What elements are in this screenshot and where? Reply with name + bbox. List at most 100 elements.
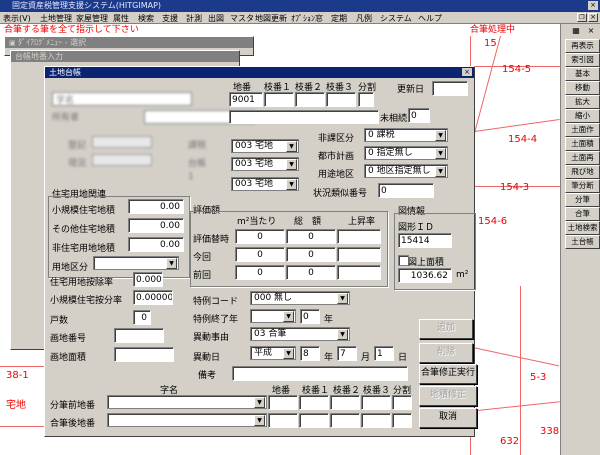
hikazei-select[interactable]: 0 課税 ▼: [364, 128, 448, 142]
ido-era-select[interactable]: 平成 ▼: [250, 346, 296, 360]
split-button[interactable]: 筆分断: [565, 179, 600, 193]
owner-extra-field[interactable]: [229, 110, 379, 124]
menu-attr[interactable]: 属性: [113, 13, 129, 24]
hyoka-total-field[interactable]: 0: [286, 229, 336, 244]
ato-aza-select[interactable]: ▼: [107, 413, 267, 427]
area-fix-button[interactable]: 地積修正: [419, 386, 477, 406]
hyoka-unit-field[interactable]: 0: [235, 265, 285, 280]
menu-house[interactable]: 家屋管理: [76, 13, 108, 24]
tokurei-year-field[interactable]: 0: [300, 309, 320, 324]
jojo-field[interactable]: 0.000: [133, 272, 163, 287]
chevron-down-icon[interactable]: ▼: [254, 415, 265, 426]
toshi-select[interactable]: 0 指定無し ▼: [364, 146, 448, 160]
kakuchi-area-field[interactable]: [114, 347, 174, 362]
menu-view[interactable]: 表示(V): [3, 13, 31, 24]
zoom-out-button[interactable]: 縮小: [565, 109, 600, 123]
menu-map-update[interactable]: 地図更新: [255, 13, 287, 24]
chevron-down-icon[interactable]: ▼: [283, 348, 294, 359]
zukei-id-field[interactable]: 15414: [398, 233, 452, 248]
kakuchi-field[interactable]: [114, 328, 164, 343]
land-search-button[interactable]: 土地検索: [565, 221, 600, 235]
delete-button[interactable]: 削除: [419, 343, 473, 363]
jokyo-field[interactable]: 0: [378, 183, 434, 198]
hyoka-rate-field[interactable]: [337, 247, 381, 262]
redraw-button[interactable]: 再表示: [565, 39, 600, 53]
mae-eda3-field[interactable]: [361, 395, 391, 410]
bunkatsu-field[interactable]: [358, 92, 374, 107]
mae-eda2-field[interactable]: [330, 395, 360, 410]
basic-button[interactable]: 基本: [565, 67, 600, 81]
koshin-date-field[interactable]: [432, 81, 468, 96]
ido-month-field[interactable]: 7: [337, 346, 357, 361]
toolbar-icon[interactable]: ▦: [570, 26, 582, 36]
mae-chiban-field[interactable]: [268, 395, 298, 410]
land-redo-button[interactable]: 土面再: [565, 151, 600, 165]
non-res-area-field[interactable]: 0.00: [128, 237, 184, 252]
ato-bunkatsu-field[interactable]: [392, 413, 412, 428]
menu-option[interactable]: ｵﾌﾟｼｮﾝ: [291, 13, 315, 24]
eda3-field[interactable]: [326, 92, 356, 107]
other-area-field[interactable]: 0.00: [128, 218, 184, 233]
menu-measure[interactable]: 計測: [186, 13, 202, 24]
zukei-area-field[interactable]: 1036.62: [398, 268, 452, 283]
eda2-field[interactable]: [295, 92, 325, 107]
hyoka-rate-field[interactable]: [337, 229, 381, 244]
menu-land[interactable]: 土地管理: [40, 13, 72, 24]
move-button[interactable]: 移動: [565, 81, 600, 95]
menu-support[interactable]: 支援: [162, 13, 178, 24]
chevron-down-icon[interactable]: ▼: [286, 159, 297, 170]
hyoka-rate-field[interactable]: [337, 265, 381, 280]
chevron-down-icon[interactable]: ▼: [435, 130, 446, 141]
land-area-button[interactable]: 土面積: [565, 137, 600, 151]
hyoka-unit-field[interactable]: 0: [235, 247, 285, 262]
chevron-down-icon[interactable]: ▼: [283, 311, 294, 322]
yochi-select[interactable]: ▼: [93, 256, 179, 270]
shokibo-rate-field[interactable]: 0.00000: [133, 290, 173, 305]
chevron-down-icon[interactable]: ▼: [435, 148, 446, 159]
chevron-down-icon[interactable]: ▼: [435, 166, 446, 177]
mae-eda1-field[interactable]: [299, 395, 329, 410]
menu-help[interactable]: ヘルプ: [418, 13, 442, 24]
chevron-down-icon[interactable]: ▼: [337, 293, 348, 304]
chevron-down-icon[interactable]: ▼: [166, 258, 177, 269]
menu-periodic[interactable]: 定期: [331, 13, 347, 24]
ido-jiyu-select[interactable]: 03 合筆 ▼: [250, 327, 350, 341]
chevron-down-icon[interactable]: ▼: [286, 141, 297, 152]
chiban-field[interactable]: 9001: [229, 92, 263, 107]
menu-search[interactable]: 検索: [138, 13, 154, 24]
menu-system[interactable]: システム: [380, 13, 412, 24]
land-create-button[interactable]: 土面作: [565, 123, 600, 137]
close-icon[interactable]: ×: [586, 26, 596, 36]
mae-bunkatsu-field[interactable]: [392, 395, 412, 410]
menu-legend[interactable]: 凡例: [356, 13, 372, 24]
add-button[interactable]: 追加: [419, 319, 473, 339]
menu-window[interactable]: 窓: [315, 13, 323, 24]
yoto-select[interactable]: 0 地区指定無し ▼: [364, 164, 448, 178]
hyoka-unit-field[interactable]: 0: [235, 229, 285, 244]
chevron-down-icon[interactable]: ▼: [337, 329, 348, 340]
chevron-down-icon[interactable]: ▼: [254, 397, 265, 408]
ato-eda3-field[interactable]: [361, 413, 391, 428]
chimoku-tax-select[interactable]: 003 宅地 ▼: [231, 177, 299, 191]
restore-icon[interactable]: ❐: [577, 13, 587, 22]
mae-aza-select[interactable]: ▼: [107, 395, 267, 409]
ato-eda2-field[interactable]: [330, 413, 360, 428]
close-icon[interactable]: ×: [588, 1, 598, 10]
enclave-button[interactable]: 飛び地: [565, 165, 600, 179]
subdivide-button[interactable]: 分筆: [565, 193, 600, 207]
eda1-field[interactable]: [264, 92, 294, 107]
menu-master[interactable]: マスタ: [230, 13, 254, 24]
close-icon[interactable]: ×: [462, 68, 472, 76]
chevron-down-icon[interactable]: ▼: [286, 179, 297, 190]
close-icon[interactable]: ×: [588, 13, 598, 22]
chimoku-current-select[interactable]: 003 宅地 ▼: [231, 157, 299, 171]
tokurei-era-select[interactable]: ▼: [250, 309, 296, 323]
zoom-in-button[interactable]: 拡大: [565, 95, 600, 109]
misoku-field[interactable]: 0: [408, 108, 430, 123]
ido-year-field[interactable]: 8: [300, 346, 320, 361]
ido-day-field[interactable]: 1: [374, 346, 394, 361]
index-map-button[interactable]: 索引図: [565, 53, 600, 67]
hyoka-total-field[interactable]: 0: [286, 265, 336, 280]
ato-eda1-field[interactable]: [299, 413, 329, 428]
merge-execute-button[interactable]: 合筆修正実行: [419, 364, 477, 384]
